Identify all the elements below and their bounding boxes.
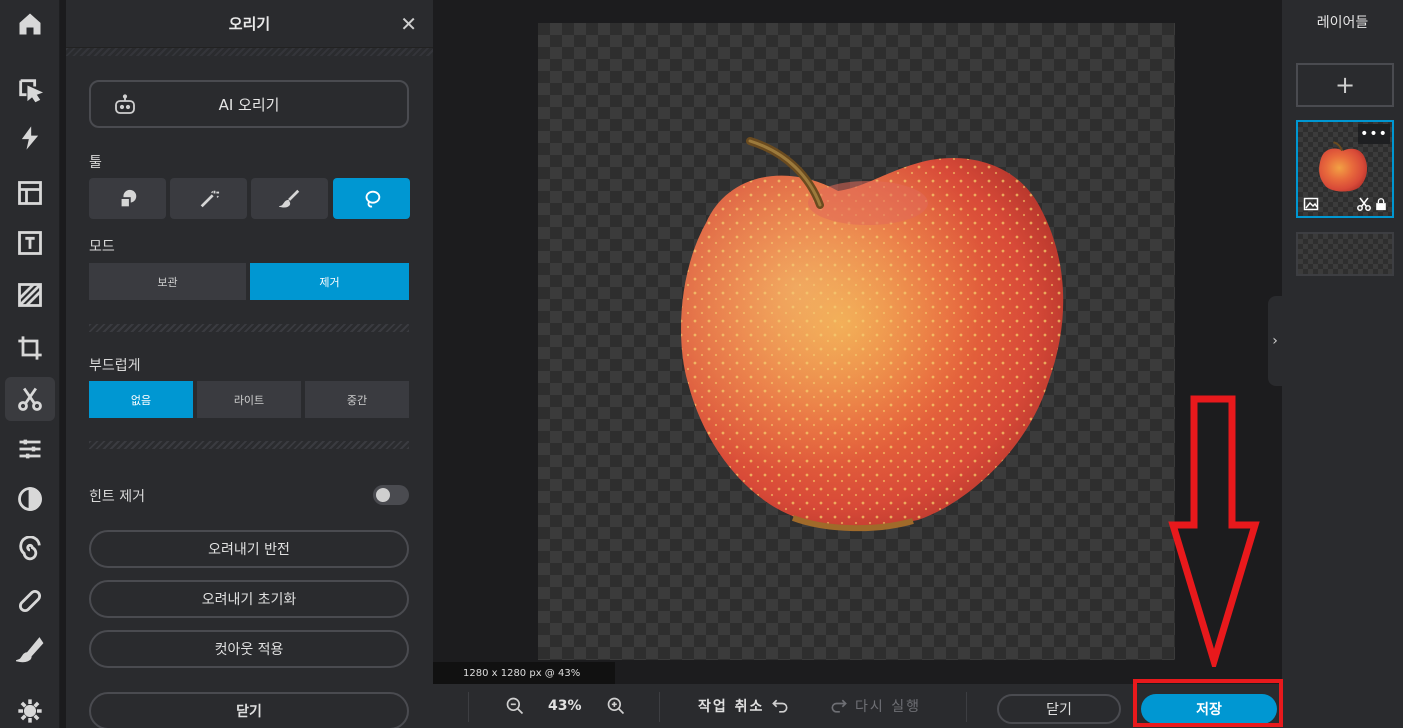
canvas-dimensions: 1280 x 1280 px @ 43% xyxy=(433,662,615,684)
shape-tool-button[interactable] xyxy=(89,178,166,219)
hint-remove-label: 힌트 제거 xyxy=(89,489,145,505)
mode-remove-button[interactable]: 제거 xyxy=(250,263,409,300)
undo-label: 작업 취소 xyxy=(698,699,765,715)
cutout-panel: 오리기 ✕ AI 오리기 툴 모드 보관 제거 부드럽게 없음 라이트 중간 힌 xyxy=(66,0,433,728)
lock-icon[interactable] xyxy=(1374,196,1388,212)
layers-panel: 레이어들 + ••• xyxy=(1282,0,1403,728)
ai-cutout-button[interactable]: AI 오리기 xyxy=(89,80,409,128)
tool-rail xyxy=(0,0,60,728)
magic-wand-tool-button[interactable] xyxy=(170,178,247,219)
background-layer[interactable] xyxy=(1296,232,1394,276)
annotation-arrow xyxy=(1168,395,1260,667)
image-icon xyxy=(1303,197,1319,211)
panel-close-button[interactable]: 닫기 xyxy=(89,692,409,728)
apple-image xyxy=(681,137,1064,532)
more-options-icon[interactable]: ••• xyxy=(1358,124,1390,144)
layer-thumbnail[interactable]: ••• xyxy=(1296,120,1394,218)
feather-none-button[interactable]: 없음 xyxy=(89,381,193,418)
image-canvas[interactable] xyxy=(538,23,1175,660)
tools-label: 툴 xyxy=(89,155,102,171)
chevron-right-icon[interactable]: › xyxy=(1268,296,1282,386)
panel-title: 오리기 xyxy=(228,15,271,33)
add-layer-button[interactable]: + xyxy=(1296,63,1394,107)
lasso-tool-button[interactable] xyxy=(333,178,410,219)
home-icon[interactable] xyxy=(5,2,55,46)
select-icon[interactable] xyxy=(5,68,55,112)
annotation-highlight-box xyxy=(1133,679,1283,727)
mode-keep-button[interactable]: 보관 xyxy=(89,263,246,300)
hint-remove-toggle[interactable] xyxy=(373,485,409,505)
feather-label: 부드럽게 xyxy=(89,358,141,374)
redo-button[interactable]: 다시 실행 xyxy=(829,684,921,728)
invert-cutout-button[interactable]: 오려내기 반전 xyxy=(89,530,409,568)
reset-cutout-button[interactable]: 오려내기 초기화 xyxy=(89,580,409,618)
shapes-icon xyxy=(119,189,136,208)
photo-editor: 오리기 ✕ AI 오리기 툴 모드 보관 제거 부드럽게 없음 라이트 중간 힌 xyxy=(0,0,1403,728)
adjust-icon[interactable] xyxy=(5,427,55,471)
lightning-icon[interactable] xyxy=(5,116,55,160)
text-icon[interactable] xyxy=(5,221,55,265)
canvas-area: 1280 x 1280 px @ 43% xyxy=(433,0,1282,684)
divider xyxy=(66,48,433,56)
apply-cutout-button[interactable]: 컷아웃 적용 xyxy=(89,630,409,668)
brush-icon[interactable] xyxy=(5,628,55,672)
lasso-icon xyxy=(365,190,380,207)
undo-button[interactable]: 작업 취소 xyxy=(698,684,790,728)
scissors-icon xyxy=(1357,197,1371,211)
divider xyxy=(659,692,660,722)
layers-title: 레이어들 xyxy=(1316,15,1369,31)
bandage-icon[interactable] xyxy=(5,579,55,623)
scissors-icon[interactable] xyxy=(5,377,55,421)
zoom-in-icon[interactable] xyxy=(606,684,626,728)
contrast-icon[interactable] xyxy=(5,477,55,521)
redo-label: 다시 실행 xyxy=(855,699,921,715)
brush-tool-button[interactable] xyxy=(251,178,328,219)
robot-icon xyxy=(115,94,135,114)
divider xyxy=(468,692,469,722)
redo-icon xyxy=(831,699,847,713)
zoom-out-icon[interactable] xyxy=(505,684,525,728)
magic-wand-icon xyxy=(200,190,219,207)
swirl-icon[interactable] xyxy=(5,528,55,572)
close-button[interactable]: 닫기 xyxy=(997,694,1121,724)
zoom-level: 43% xyxy=(548,698,582,714)
crop-icon[interactable] xyxy=(5,326,55,370)
panel-header: 오리기 ✕ xyxy=(66,0,433,48)
divider xyxy=(89,324,409,332)
feather-light-button[interactable]: 라이트 xyxy=(197,381,301,418)
undo-icon xyxy=(772,699,788,713)
feather-medium-button[interactable]: 중간 xyxy=(305,381,409,418)
divider xyxy=(89,441,409,449)
divider xyxy=(966,692,967,722)
ai-cutout-label: AI 오리기 xyxy=(218,95,280,114)
paintbrush-icon xyxy=(278,189,299,207)
mode-label: 모드 xyxy=(89,239,115,255)
texture-icon[interactable] xyxy=(5,273,55,317)
settings-icon[interactable] xyxy=(5,689,55,728)
close-icon[interactable]: ✕ xyxy=(400,12,417,36)
layout-icon[interactable] xyxy=(5,171,55,215)
